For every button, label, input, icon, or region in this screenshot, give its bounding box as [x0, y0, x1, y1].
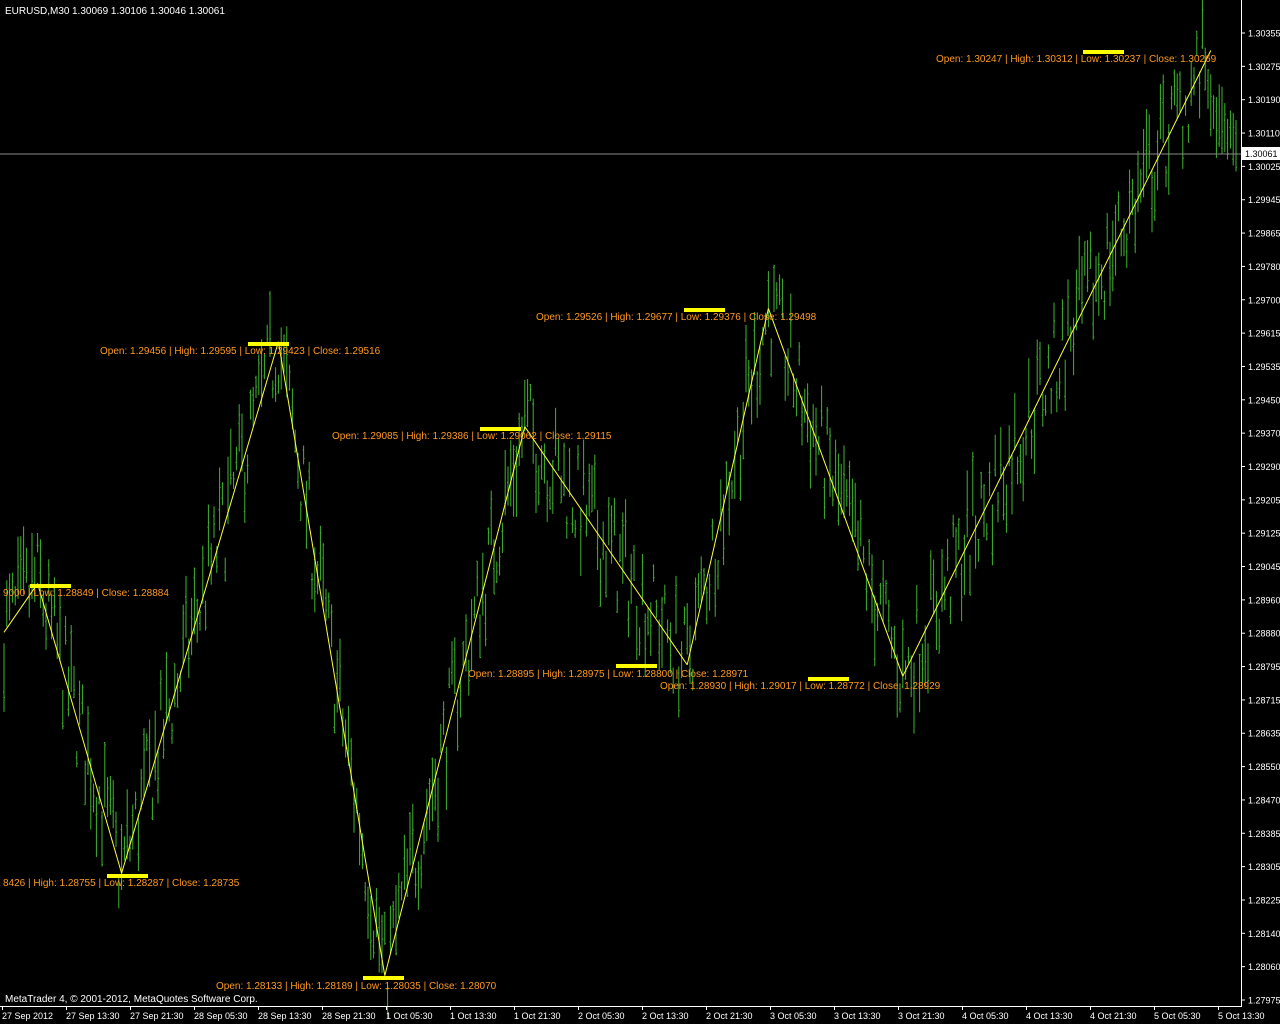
- y-tick-label: 1.28635: [1248, 729, 1280, 739]
- swing-label: Open: 1.29085 | High: 1.29386 | Low: 1.2…: [332, 431, 612, 442]
- x-tick-label: 28 Sep 21:30: [322, 1011, 376, 1021]
- x-tick-label: 4 Oct 21:30: [1090, 1011, 1137, 1021]
- copyright-text: MetaTrader 4, © 2001-2012, MetaQuotes So…: [5, 994, 258, 1005]
- y-tick-label: 1.29865: [1248, 229, 1280, 239]
- price-chart[interactable]: 9000 | Low: 1.28849 | Close: 1.28884 8426…: [0, 0, 1280, 1024]
- y-tick-label: 1.29370: [1248, 429, 1280, 439]
- y-tick-label: 1.27975: [1248, 996, 1280, 1006]
- y-tick-label: 1.29945: [1248, 195, 1280, 205]
- swing-label: Open: 1.28930 | High: 1.29017 | Low: 1.2…: [660, 681, 941, 692]
- x-tick-label: 5 Oct 05:30: [1154, 1011, 1201, 1021]
- x-tick-label: 5 Oct 13:30: [1218, 1011, 1265, 1021]
- x-tick-label: 3 Oct 13:30: [834, 1011, 881, 1021]
- y-tick-label: 1.30190: [1248, 95, 1280, 105]
- x-tick-label: 4 Oct 13:30: [1026, 1011, 1073, 1021]
- y-tick-label: 1.30110: [1248, 129, 1280, 139]
- swing-label: Open: 1.28133 | High: 1.28189 | Low: 1.2…: [216, 981, 497, 992]
- y-tick-label: 1.29615: [1248, 329, 1280, 339]
- swing-label: 8426 | High: 1.28755 | Low: 1.28287 | Cl…: [3, 878, 240, 889]
- y-tick-label: 1.28550: [1248, 762, 1280, 772]
- swing-label: Open: 1.29526 | High: 1.29677 | Low: 1.2…: [536, 312, 817, 323]
- y-tick-label: 1.30275: [1248, 62, 1280, 72]
- y-tick-label: 1.29290: [1248, 462, 1280, 472]
- y-tick-label: 1.28470: [1248, 795, 1280, 805]
- y-tick-label: 1.29450: [1248, 395, 1280, 405]
- swing-marker: [363, 976, 404, 980]
- y-tick-label: 1.28795: [1248, 662, 1280, 672]
- y-tick-label: 1.29205: [1248, 495, 1280, 505]
- x-tick-label: 1 Oct 05:30: [386, 1011, 433, 1021]
- x-tick-label: 2 Oct 05:30: [578, 1011, 625, 1021]
- swing-label: Open: 1.28895 | High: 1.28975 | Low: 1.2…: [468, 669, 749, 680]
- swing-label: 9000 | Low: 1.28849 | Close: 1.28884: [3, 588, 169, 599]
- y-tick-label: 1.28140: [1248, 929, 1280, 939]
- x-tick-label: 1 Oct 13:30: [450, 1011, 497, 1021]
- x-tick-label: 27 Sep 13:30: [66, 1011, 120, 1021]
- y-tick-label: 1.30355: [1248, 29, 1280, 39]
- symbol-label: EURUSD,M30: [5, 6, 70, 17]
- y-tick-label: 1.28225: [1248, 895, 1280, 905]
- ohlc-label: 1.30069 1.30106 1.30046 1.30061: [72, 6, 225, 17]
- x-tick-label: 27 Sep 2012: [2, 1011, 53, 1021]
- swing-label: Open: 1.30247 | High: 1.30312 | Low: 1.3…: [936, 54, 1217, 65]
- x-tick-label: 3 Oct 21:30: [898, 1011, 945, 1021]
- x-tick-label: 3 Oct 05:30: [770, 1011, 817, 1021]
- y-tick-label: 1.30025: [1248, 162, 1280, 172]
- y-tick-label: 1.29045: [1248, 562, 1280, 572]
- x-tick-label: 2 Oct 13:30: [642, 1011, 689, 1021]
- y-tick-label: 1.28385: [1248, 829, 1280, 839]
- swing-marker: [616, 664, 657, 668]
- y-tick-label: 1.29700: [1248, 295, 1280, 305]
- x-tick-label: 27 Sep 21:30: [130, 1011, 184, 1021]
- x-tick-label: 2 Oct 21:30: [706, 1011, 753, 1021]
- swing-label: Open: 1.29456 | High: 1.29595 | Low: 1.2…: [100, 346, 381, 357]
- y-tick-label: 1.28960: [1248, 595, 1280, 605]
- y-tick-label: 1.29535: [1248, 362, 1280, 372]
- y-tick-label: 1.28715: [1248, 695, 1280, 705]
- y-tick-label: 1.28880: [1248, 629, 1280, 639]
- y-tick-label: 1.28305: [1248, 862, 1280, 872]
- current-price-label: 1.30061: [1245, 149, 1278, 159]
- y-tick-label: 1.29125: [1248, 529, 1280, 539]
- x-tick-label: 28 Sep 05:30: [194, 1011, 248, 1021]
- x-tick-label: 1 Oct 21:30: [514, 1011, 561, 1021]
- x-tick-label: 28 Sep 13:30: [258, 1011, 312, 1021]
- y-tick-label: 1.28060: [1248, 962, 1280, 972]
- x-tick-label: 4 Oct 05:30: [962, 1011, 1009, 1021]
- y-tick-label: 1.29780: [1248, 262, 1280, 272]
